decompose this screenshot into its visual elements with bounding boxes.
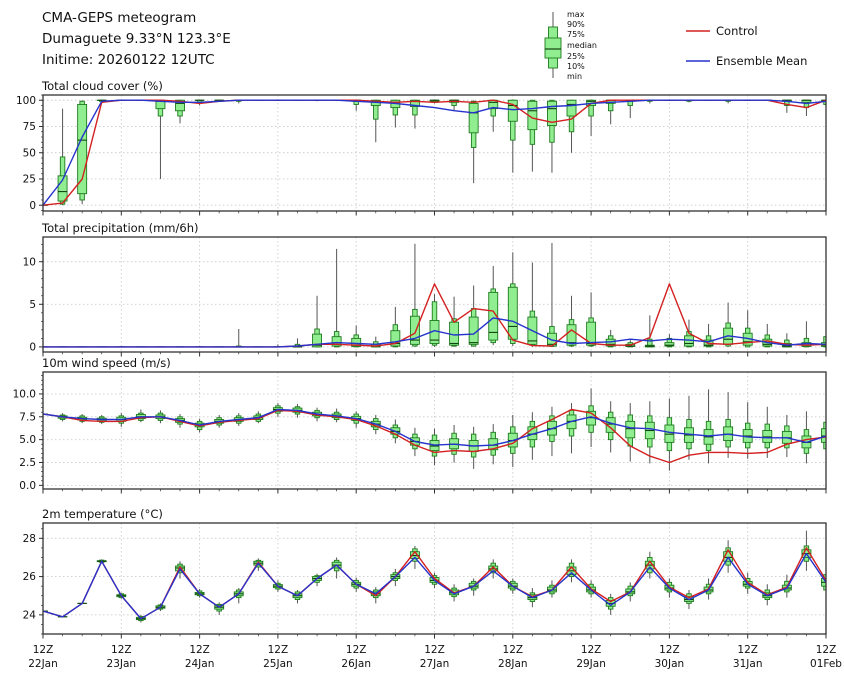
y-tick-label: 50 — [23, 147, 36, 159]
box-25-75 — [626, 421, 635, 437]
x-tick-label-date: 26Jan — [341, 658, 371, 670]
x-axis-ticks — [43, 211, 826, 216]
x-tick-label-date: 23Jan — [107, 658, 137, 670]
panels-container: 0 25 50 75 100 Total cloud cover (%) 0 5 10 Total… — [13, 79, 843, 670]
legend-outer-box — [545, 38, 561, 58]
y-tick-label: 5 — [29, 299, 36, 311]
y-tick-label: 0 — [29, 200, 36, 212]
control-legend-label: Control — [716, 24, 758, 38]
x-tick-label-hour: 12Z — [503, 644, 524, 656]
x-tick-label-hour: 12Z — [737, 644, 758, 656]
x-tick-label-date: 01Feb — [810, 658, 842, 670]
legend-label-median: median — [567, 41, 597, 50]
y-tick-label: 75 — [23, 121, 36, 133]
y-tick-label: 10 — [23, 256, 36, 268]
x-tick-label-hour: 12Z — [581, 644, 602, 656]
x-tick-label-hour: 12Z — [816, 644, 837, 656]
y-tick-label: 10.0 — [13, 389, 36, 401]
x-tick-label-hour: 12Z — [33, 644, 54, 656]
meteogram-svg: CMA-GEPS meteogram Dumaguete 9.33°N 123.… — [0, 0, 844, 680]
y-tick-label: 24 — [23, 609, 37, 621]
x-tick-label-hour: 12Z — [659, 644, 680, 656]
box-group — [78, 100, 87, 204]
x-tick-label-hour: 12Z — [424, 644, 445, 656]
y-tick-label: 28 — [23, 533, 36, 545]
x-tick-label-date: 28Jan — [498, 658, 528, 670]
chart-initime: Initime: 20260122 12UTC — [42, 52, 215, 68]
x-tick-label-date: 25Jan — [263, 658, 293, 670]
y-tick-label: 7.5 — [19, 411, 36, 423]
x-tick-label-date: 29Jan — [576, 658, 606, 670]
legend-label-25: 25% — [567, 52, 585, 61]
y-tick-label: 2.5 — [19, 457, 36, 469]
legend-label-75: 75% — [567, 30, 585, 39]
y-tick-label: 25 — [23, 174, 36, 186]
panel-2: 0.0 2.5 5.0 7.5 10.0 10m wind speed (m/s) — [13, 356, 831, 494]
x-tick-label-hour: 12Z — [346, 644, 367, 656]
x-tick-label-date: 24Jan — [185, 658, 215, 670]
x-axis-ticks — [43, 634, 826, 639]
line-legend: Control Ensemble Mean — [686, 24, 807, 68]
y-tick-label: 26 — [23, 571, 37, 583]
box-25-75 — [469, 103, 478, 132]
panel-0: 0 25 50 75 100 Total cloud cover (%) — [16, 79, 831, 216]
x-tick-label-date: 31Jan — [733, 658, 763, 670]
x-tick-label-hour: 12Z — [189, 644, 210, 656]
panel-3: 24 26 28 2m temperature (°C) 12Z 22Jan 12Z 23Ja… — [23, 507, 843, 670]
box-25-75 — [78, 104, 87, 193]
panel-1: 0 5 10 Total precipitation (mm/6h) — [23, 221, 831, 357]
chart-title: CMA-GEPS meteogram — [42, 10, 196, 26]
legend-label-90: 90% — [567, 20, 585, 29]
y-tick-label: 0.0 — [19, 480, 36, 492]
y-tick-label: 5.0 — [19, 434, 36, 446]
panel-title: 10m wind speed (m/s) — [42, 356, 171, 370]
box-25-75 — [508, 287, 517, 339]
x-tick-label-hour: 12Z — [268, 644, 289, 656]
x-tick-label-date: 22Jan — [28, 658, 58, 670]
panel-title: 2m temperature (°C) — [42, 507, 163, 521]
y-tick-label: 0 — [29, 341, 36, 353]
y-tick-label: 100 — [16, 95, 36, 107]
box-25-75 — [567, 100, 576, 116]
x-tick-label-date: 27Jan — [420, 658, 450, 670]
panel-title: Total cloud cover (%) — [41, 79, 163, 93]
panel-title: Total precipitation (mm/6h) — [41, 221, 198, 235]
legend-label-10: 10% — [567, 62, 585, 71]
meteogram-figure: CMA-GEPS meteogram Dumaguete 9.33°N 123.… — [0, 0, 844, 680]
legend-label-min: min — [567, 72, 582, 81]
x-tick-label-hour: 12Z — [111, 644, 132, 656]
x-tick-label-date: 30Jan — [655, 658, 685, 670]
box-whisker-legend: max 90% 75% median 25% 10% min — [545, 10, 597, 81]
x-axis-ticks — [43, 489, 826, 494]
chart-location: Dumaguete 9.33°N 123.3°E — [42, 31, 231, 47]
ensemble-mean-legend-label: Ensemble Mean — [716, 54, 807, 68]
legend-label-max: max — [567, 10, 585, 19]
